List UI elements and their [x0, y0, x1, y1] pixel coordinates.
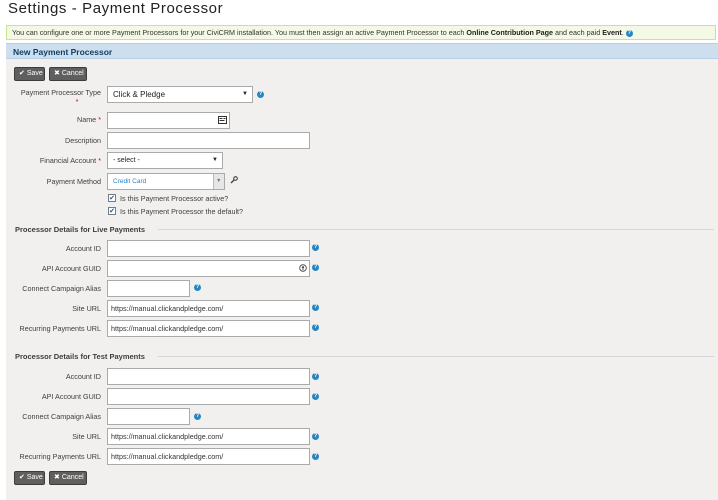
test-campaign-alias-label: Connect Campaign Alias [22, 412, 101, 421]
processor-type-help-icon[interactable]: ? [257, 91, 264, 98]
live-recurring-url-input[interactable]: https://manual.clickandpledge.com/ [107, 320, 310, 337]
active-checkbox-label: Is this Payment Processor active? [120, 194, 229, 203]
live-api-guid-input[interactable] [107, 260, 310, 277]
live-site-url-input[interactable]: https://manual.clickandpledge.com/ [107, 300, 310, 317]
test-campaign-alias-input[interactable] [107, 408, 190, 425]
payment-method-label: Payment Method [46, 177, 101, 186]
help-bold-1: Online Contribution Page [466, 28, 554, 37]
test-site-url-label: Site URL [72, 432, 101, 441]
test-recurring-url-input[interactable]: https://manual.clickandpledge.com/ [107, 448, 310, 465]
cancel-button-top[interactable]: ✖ Cancel [49, 67, 87, 81]
close-icon: ✖ [54, 70, 60, 77]
financial-account-label: Financial Account * [39, 156, 101, 165]
key-icon [299, 264, 307, 272]
default-checkbox-label: Is this Payment Processor the default? [120, 207, 244, 216]
test-site-url-help-icon[interactable]: ? [312, 433, 319, 440]
payment-method-select[interactable]: Credit Card ▼ [107, 173, 225, 190]
check-icon: ✔ [19, 70, 25, 77]
name-input[interactable] [107, 112, 230, 129]
test-campaign-alias-help-icon[interactable]: ? [194, 413, 201, 420]
live-site-url-label: Site URL [72, 304, 101, 313]
live-site-url-help-icon[interactable]: ? [312, 304, 319, 311]
live-account-id-input[interactable] [107, 240, 310, 257]
default-checkbox[interactable]: ✔ [108, 207, 116, 215]
payment-processor-panel: New Payment Processor ✔ Save ✖ Cancel Paym… [6, 43, 718, 500]
name-label: Name * [77, 115, 101, 124]
financial-account-select[interactable]: - select - ▼ [107, 152, 223, 169]
help-text-1: You can configure one or more Payment Pr… [12, 28, 467, 37]
cancel-button-bottom[interactable]: ✖ Cancel [49, 471, 87, 485]
live-api-guid-label: API Account GUID [41, 264, 101, 273]
help-icon[interactable]: ? [625, 29, 633, 37]
save-button-bottom[interactable]: ✔ Save [14, 471, 45, 485]
contact-card-icon [218, 116, 227, 124]
processor-type-label: Payment Processor Type [20, 88, 101, 97]
live-api-guid-help-icon[interactable]: ? [312, 264, 319, 271]
help-text-3: . [621, 28, 624, 37]
help-text-2: and each paid [553, 28, 603, 37]
test-account-id-input[interactable] [107, 368, 310, 385]
live-section-title: Processor Details for Live Payments [15, 225, 146, 234]
panel-title: New Payment Processor [13, 47, 113, 57]
chevron-down-icon: ▼ [242, 91, 248, 97]
test-account-id-help-icon[interactable]: ? [312, 373, 319, 380]
close-icon: ✖ [54, 474, 60, 481]
check-icon: ✔ [19, 474, 25, 481]
help-bold-2: Event [602, 28, 622, 37]
active-checkbox[interactable]: ✔ [108, 194, 116, 202]
test-api-guid-help-icon[interactable]: ? [312, 393, 319, 400]
test-recurring-url-label: Recurring Payments URL [19, 452, 102, 461]
test-api-guid-input[interactable] [107, 388, 310, 405]
wrench-icon[interactable] [230, 176, 238, 184]
chevron-down-icon: ▼ [212, 157, 218, 163]
save-button-top[interactable]: ✔ Save [14, 67, 45, 81]
live-account-id-label: Account ID [65, 244, 101, 253]
live-campaign-alias-help-icon[interactable]: ? [194, 284, 201, 291]
test-account-id-label: Account ID [65, 372, 101, 381]
test-api-guid-label: API Account GUID [41, 392, 101, 401]
live-account-id-help-icon[interactable]: ? [312, 244, 319, 251]
processor-type-select[interactable]: Click & Pledge ▼ [107, 86, 253, 103]
processor-type-required: * [75, 97, 79, 106]
description-input[interactable] [107, 132, 310, 149]
help-message: You can configure one or more Payment Pr… [6, 25, 716, 40]
panel-header: New Payment Processor [6, 43, 718, 59]
payment-method-dropdown[interactable]: ▼ [213, 174, 224, 189]
chevron-down-icon: ▼ [216, 178, 222, 184]
test-section-title: Processor Details for Test Payments [15, 352, 145, 361]
live-section-divider [158, 229, 714, 230]
test-section-divider [158, 356, 714, 357]
test-site-url-input[interactable]: https://manual.clickandpledge.com/ [107, 428, 310, 445]
live-recurring-url-help-icon[interactable]: ? [312, 324, 319, 331]
live-recurring-url-label: Recurring Payments URL [19, 324, 102, 333]
test-recurring-url-help-icon[interactable]: ? [312, 453, 319, 460]
live-campaign-alias-label: Connect Campaign Alias [22, 284, 101, 293]
page-title: Settings - Payment Processor [8, 0, 224, 17]
live-campaign-alias-input[interactable] [107, 280, 190, 297]
description-label: Description [65, 136, 101, 145]
